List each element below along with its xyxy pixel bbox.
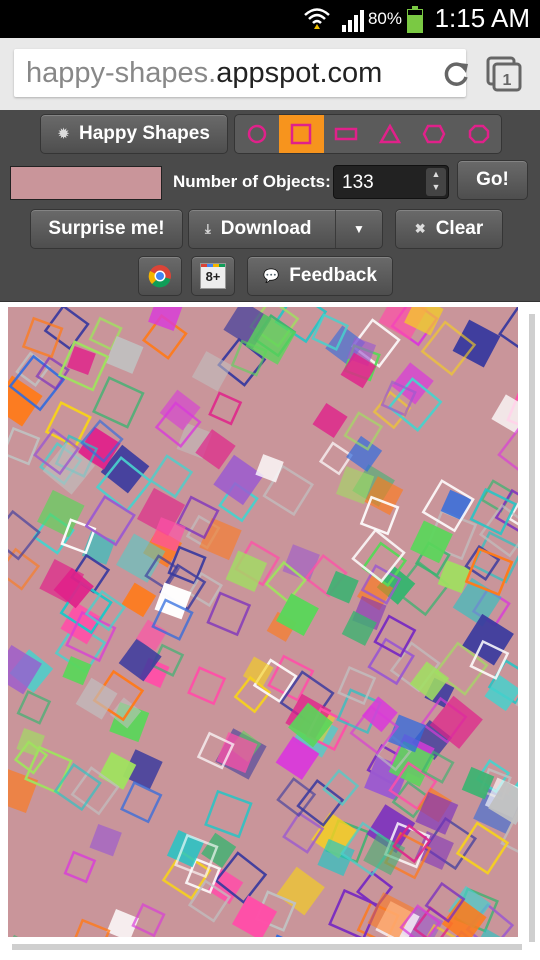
rectangle-shape-icon [334, 127, 358, 141]
google-plus-button[interactable]: 8+ [191, 256, 235, 296]
canvas-square [312, 402, 348, 439]
triangle-shape-icon [379, 123, 402, 144]
google-plus-icon: 8+ [200, 263, 226, 289]
tab-count: 1 [503, 72, 512, 89]
app-toolbar: ✹ Happy Shapes Number of Objects: 133 ▲ ▼… [0, 110, 540, 302]
square-shape-icon [291, 123, 312, 145]
canvas-square [89, 823, 122, 857]
go-button[interactable]: Go! [457, 160, 528, 200]
shape-circle-button[interactable] [235, 115, 279, 153]
canvas-square [8, 934, 47, 937]
canvas-square [98, 751, 137, 790]
canvas-square [208, 391, 243, 426]
canvas-square [199, 517, 242, 561]
tabs-icon[interactable]: 1 [486, 56, 522, 92]
horizontal-scrollbar[interactable] [12, 944, 522, 950]
canvas-square [225, 550, 268, 592]
canvas-square [361, 696, 398, 733]
canvas-square [70, 918, 111, 937]
clear-button[interactable]: ✖ Clear [395, 209, 503, 249]
canvas-square [276, 777, 317, 818]
surprise-me-label: Surprise me! [48, 218, 165, 239]
canvas-square [63, 850, 97, 884]
canvas-square [326, 570, 359, 604]
status-bar: 80% 1:15 AM [0, 0, 540, 38]
happy-shapes-label: Happy Shapes [78, 123, 210, 144]
url-domain: appspot.com [216, 57, 383, 89]
canvas-square [484, 674, 518, 712]
shape-square-button[interactable] [279, 115, 324, 153]
feedback-label: Feedback [289, 265, 377, 286]
signal-icon [342, 10, 364, 32]
shapes-drawing [8, 307, 518, 937]
canvas-square [187, 666, 227, 706]
happy-shapes-button[interactable]: ✹ Happy Shapes [40, 114, 228, 154]
canvas-square [276, 866, 325, 916]
background-color-picker[interactable] [10, 166, 162, 200]
battery-percentage: 80% [367, 9, 402, 28]
canvas-square [415, 791, 459, 835]
canvas-square [511, 930, 518, 937]
download-icon: ⤓ [205, 221, 211, 236]
canvas-square [8, 426, 41, 466]
google-plus-label: 8+ [205, 268, 221, 284]
canvas-square [204, 789, 253, 839]
go-label: Go! [476, 169, 509, 190]
shape-selector [234, 114, 502, 154]
canvas-square [262, 934, 311, 937]
number-spinner[interactable]: ▲ ▼ [426, 168, 446, 196]
canvas-square [166, 830, 205, 868]
clock: 1:15 AM [434, 3, 530, 33]
shape-hexagon-button[interactable] [412, 115, 456, 153]
surprise-me-button[interactable]: Surprise me! [30, 209, 183, 249]
feedback-button[interactable]: 💬 Feedback [247, 256, 393, 296]
chevron-down-icon[interactable]: ▼ [335, 210, 382, 248]
url-text[interactable]: happy-shapes.appspot.com [26, 57, 382, 90]
reload-icon[interactable] [441, 59, 471, 89]
shapes-canvas[interactable] [8, 307, 518, 937]
canvas-square [231, 895, 278, 937]
gear-icon: ✹ [58, 126, 69, 141]
canvas-square [43, 307, 90, 351]
download-button[interactable]: ⤓ Download ▼ [188, 209, 383, 249]
vertical-scrollbar[interactable] [529, 314, 535, 942]
number-of-objects-value: 133 [342, 172, 374, 193]
canvas-square [373, 614, 417, 658]
shape-octagon-button[interactable] [457, 115, 501, 153]
url-subdomain: happy-shapes. [26, 57, 217, 89]
canvas-square [497, 424, 518, 479]
canvas-square [159, 389, 201, 431]
canvas-square [121, 582, 157, 618]
hexagon-shape-icon [423, 124, 446, 144]
canvas-square [8, 768, 39, 814]
canvas-square [346, 435, 383, 472]
canvas-square [491, 394, 518, 434]
canvas-square [509, 931, 518, 937]
close-icon: ✖ [414, 221, 426, 236]
shape-triangle-button[interactable] [368, 115, 412, 153]
canvas-square [498, 307, 518, 355]
canvas-square [37, 489, 85, 538]
chrome-icon [148, 265, 171, 288]
address-bar[interactable]: happy-shapes.appspot.com [14, 49, 468, 97]
circle-shape-icon [247, 124, 267, 144]
wifi-icon [304, 8, 330, 29]
number-of-objects-label: Number of Objects: [173, 172, 331, 191]
octagon-shape-icon [468, 124, 490, 144]
canvas-square [328, 888, 380, 937]
comment-icon: 💬 [263, 268, 280, 283]
canvas-square [105, 336, 144, 374]
battery-icon [407, 6, 423, 33]
canvas-square [16, 690, 52, 725]
number-of-objects-input[interactable]: 133 ▲ ▼ [333, 165, 449, 199]
canvas-square [119, 780, 163, 824]
chrome-button[interactable] [138, 256, 182, 296]
shape-rectangle-button[interactable] [324, 115, 368, 153]
download-label: Download [220, 218, 312, 239]
canvas-square [452, 319, 501, 368]
clear-label: Clear [435, 218, 484, 239]
canvas-square [92, 376, 145, 429]
browser-toolbar: happy-shapes.appspot.com 1 [0, 38, 540, 111]
